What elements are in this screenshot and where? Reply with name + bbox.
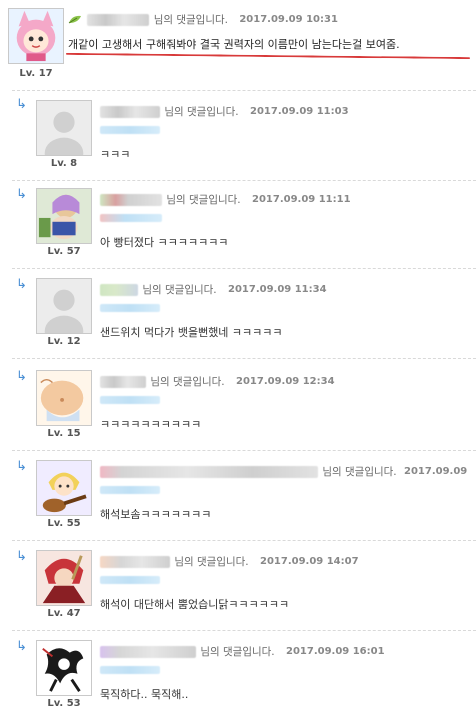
reply-item: ↳ Lv. 55 님의 댓글입니다. 2017.09.09 해석보솜ㅋㅋㅋㅋㅋㅋ… — [0, 454, 476, 540]
comment-label: 님의 댓글입니다. — [150, 376, 225, 388]
comment-item: Lv. 17 님의 댓글입니다. 2017.09.09 10:31 개같이 고생… — [0, 0, 476, 92]
reply-item: ↳ Lv. 57 님의 댓글입니다. 2017.09.09 11:11 아 빵터… — [0, 182, 476, 268]
level-badge: Lv. 8 — [50, 158, 78, 169]
comment-meta: 님의 댓글입니다. 2017.09.09 — [100, 464, 467, 478]
avatar[interactable] — [36, 460, 92, 516]
comment-date: 2017.09.09 11:11 — [251, 194, 351, 205]
level-badge: Lv. 17 — [19, 68, 53, 79]
level-badge: Lv. 47 — [47, 608, 81, 619]
avatar[interactable] — [8, 8, 64, 64]
comment-body: 해석보솜ㅋㅋㅋㅋㅋㅋㅋ — [100, 508, 212, 521]
comment-label: 님의 댓글입니다. — [322, 466, 397, 478]
divider — [12, 540, 476, 541]
comment-date: 2017.09.09 11:34 — [227, 284, 327, 295]
comment-body: ㅋㅋㅋㅋㅋㅋㅋㅋㅋㅋ — [100, 418, 202, 431]
avatar[interactable] — [36, 370, 92, 426]
comment-meta: 님의 댓글입니다. 2017.09.09 11:11 — [100, 192, 351, 206]
comment-meta: 님의 댓글입니다. 2017.09.09 10:31 — [68, 12, 338, 26]
avatar[interactable] — [36, 640, 92, 696]
username-blurred[interactable] — [100, 645, 196, 658]
username-blurred[interactable] — [100, 375, 146, 388]
reply-item: ↳ Lv. 12 님의 댓글입니다. 2017.09.09 11:34 샌드위치… — [0, 272, 476, 358]
username-blurred[interactable] — [100, 193, 162, 206]
username-blurred[interactable] — [100, 555, 170, 568]
comment-body: 묵직하다.. 묵직해.. — [100, 688, 189, 701]
comment-meta: 님의 댓글입니다. 2017.09.09 16:01 — [100, 644, 385, 658]
comment-body: 아 빵터졌다 ㅋㅋㅋㅋㅋㅋㅋ — [100, 236, 229, 249]
level-badge: Lv. 57 — [47, 246, 81, 257]
quote-preview — [100, 666, 160, 674]
quote-preview — [100, 576, 160, 584]
comment-meta: 님의 댓글입니다. 2017.09.09 11:03 — [100, 104, 349, 118]
divider — [12, 358, 476, 359]
comment-label: 님의 댓글입니다. — [153, 14, 228, 26]
level-badge: Lv. 55 — [47, 518, 81, 529]
reply-arrow-icon: ↳ — [16, 187, 27, 202]
quote-preview — [100, 396, 160, 404]
level-badge: Lv. 15 — [47, 428, 81, 439]
divider — [12, 450, 476, 451]
username-blurred[interactable] — [100, 105, 160, 118]
comment-body: 개같이 고생해서 구해줘봐야 결국 권력자의 이름만이 남는다는걸 보여줌. — [68, 38, 400, 51]
highlight-underline — [66, 52, 470, 60]
avatar[interactable] — [36, 278, 92, 334]
comment-meta: 님의 댓글입니다. 2017.09.09 12:34 — [100, 374, 335, 388]
quote-preview — [100, 486, 160, 494]
quote-preview — [100, 126, 160, 134]
divider — [12, 180, 476, 181]
comment-meta: 님의 댓글입니다. 2017.09.09 11:34 — [100, 282, 327, 296]
divider — [12, 90, 476, 91]
quote-preview — [100, 304, 160, 312]
divider — [12, 630, 476, 631]
comment-label: 님의 댓글입니다. — [166, 194, 241, 206]
default-user-avatar-icon — [37, 101, 91, 155]
comment-label: 님의 댓글입니다. — [164, 106, 239, 118]
comment-date: 2017.09.09 14:07 — [259, 556, 359, 567]
ink-sketch-avatar-icon — [37, 641, 91, 695]
comment-date: 2017.09.09 12:34 — [235, 376, 335, 387]
anime-girl-avatar-icon — [37, 189, 91, 243]
username-blurred[interactable] — [100, 465, 318, 478]
comment-body: ㅋㅋㅋ — [100, 148, 131, 161]
username-blurred[interactable] — [100, 283, 138, 296]
comment-date: 2017.09.09 11:03 — [249, 106, 349, 117]
reply-arrow-icon: ↳ — [16, 459, 27, 474]
level-badge: Lv. 53 — [47, 698, 81, 709]
quote-preview — [100, 214, 162, 222]
reply-arrow-icon: ↳ — [16, 639, 27, 654]
reply-arrow-icon: ↳ — [16, 549, 27, 564]
comment-date: 2017.09.09 10:31 — [239, 14, 338, 25]
comment-body: 해석이 대단해서 뿜었습니닭ㅋㅋㅋㅋㅋㅋ — [100, 598, 290, 611]
reply-arrow-icon: ↳ — [16, 97, 27, 112]
avatar[interactable] — [36, 188, 92, 244]
comment-date: 2017.09.09 16:01 — [285, 646, 385, 657]
reply-item: ↳ Lv. 53 님의 댓글입니다. 2017.09.09 16:01 묵직하다… — [0, 634, 476, 718]
username-blurred[interactable] — [87, 13, 150, 26]
level-badge: Lv. 12 — [47, 336, 81, 347]
comment-meta: 님의 댓글입니다. 2017.09.09 14:07 — [100, 554, 359, 568]
pink-cat-character-avatar-icon — [9, 9, 63, 63]
leaf-icon — [68, 14, 82, 25]
reply-arrow-icon: ↳ — [16, 369, 27, 384]
avatar[interactable] — [36, 550, 92, 606]
reply-arrow-icon: ↳ — [16, 277, 27, 292]
comment-label: 님의 댓글입니다. — [200, 646, 275, 658]
reply-item: ↳ Lv. 15 님의 댓글입니다. 2017.09.09 12:34 ㅋㅋㅋㅋ… — [0, 364, 476, 450]
blonde-guitar-character-avatar-icon — [37, 461, 91, 515]
default-user-avatar-icon — [37, 279, 91, 333]
cartoon-belly-avatar-icon — [37, 371, 91, 425]
comment-date: 2017.09.09 — [403, 466, 468, 477]
comment-label: 님의 댓글입니다. — [174, 556, 249, 568]
comment-label: 님의 댓글입니다. — [142, 284, 217, 296]
reply-item: ↳ Lv. 47 님의 댓글입니다. 2017.09.09 14:07 해석이 … — [0, 544, 476, 630]
red-warrior-avatar-icon — [37, 551, 91, 605]
divider — [12, 268, 476, 269]
comment-body: 샌드위치 먹다가 뱃을뻔했네 ㅋㅋㅋㅋㅋ — [100, 326, 283, 339]
reply-item: ↳ Lv. 8 님의 댓글입니다. 2017.09.09 11:03 ㅋㅋㅋ — [0, 92, 476, 180]
avatar[interactable] — [36, 100, 92, 156]
